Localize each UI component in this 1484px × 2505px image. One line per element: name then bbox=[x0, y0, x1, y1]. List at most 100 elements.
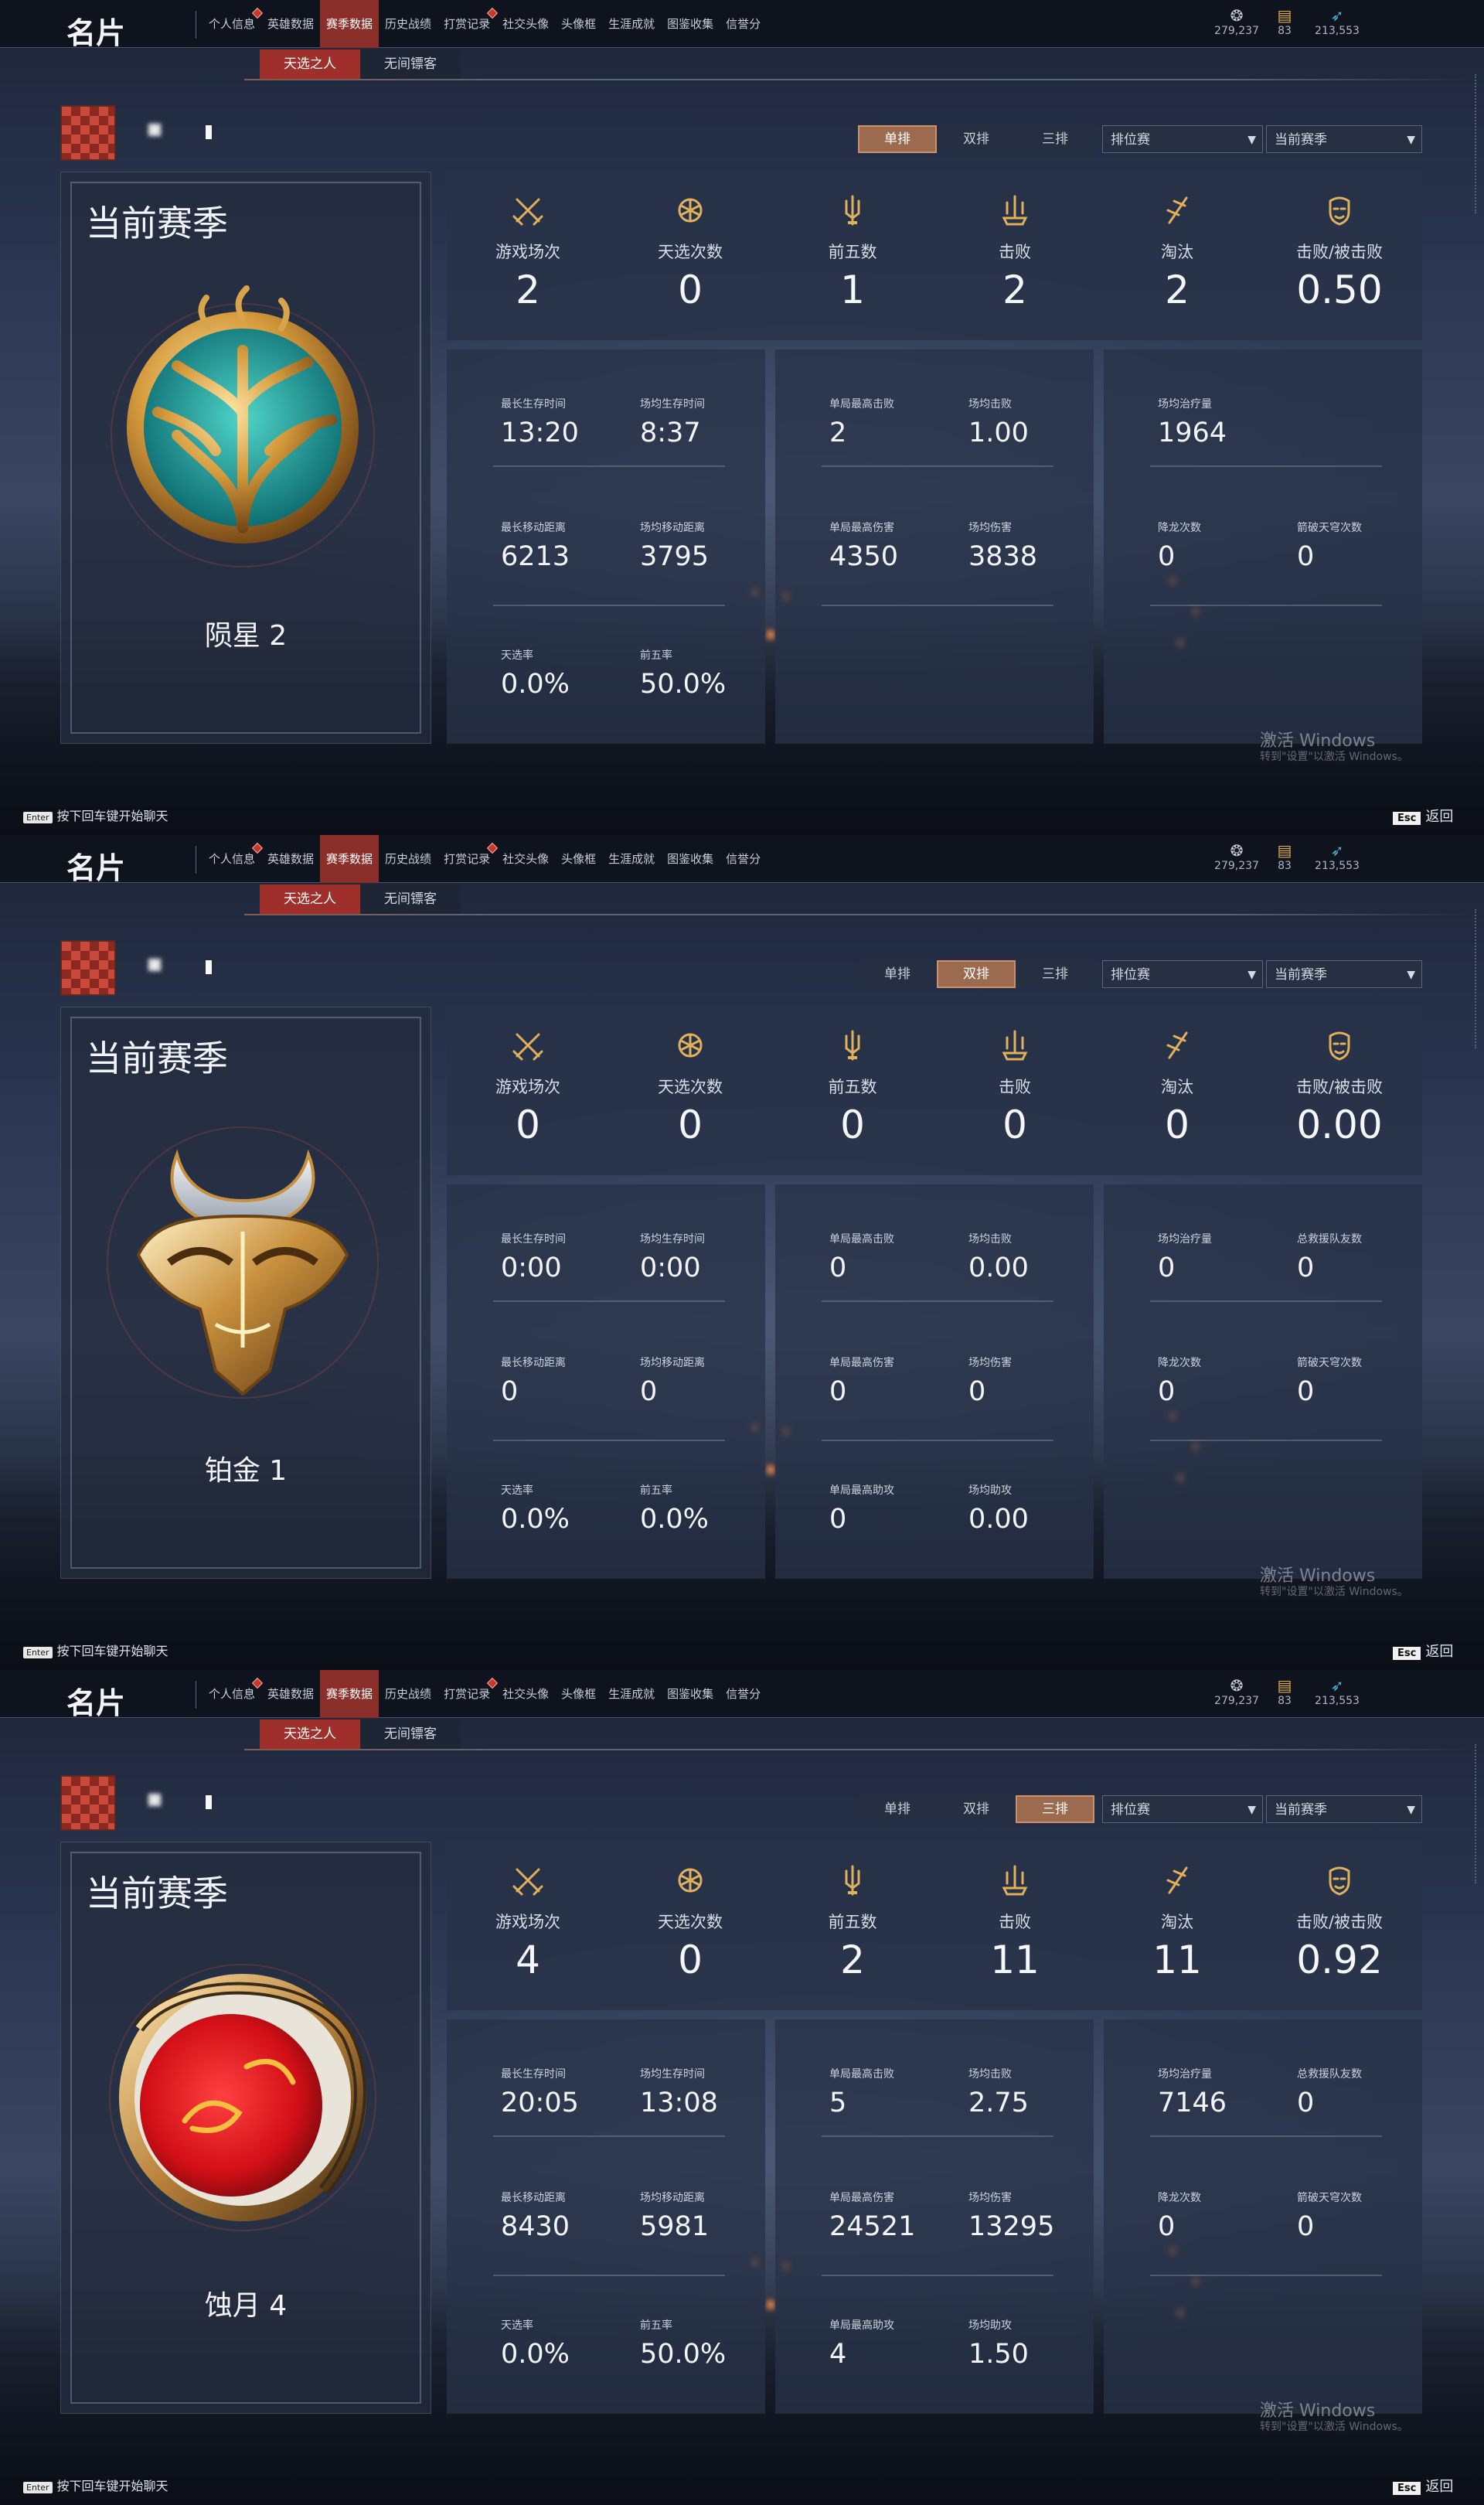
mode-button[interactable]: 三排 bbox=[1016, 125, 1094, 153]
stat-value: 0 bbox=[1297, 2211, 1315, 2242]
back-label: 返回 bbox=[1425, 1644, 1454, 1660]
summary-stats: 游戏场次 2 天选次数 0 前五数 1 击败 2 淘汰 2 击败/被击败 0.50 bbox=[447, 172, 1422, 340]
nav-tab[interactable]: 英雄数据 bbox=[261, 0, 320, 48]
rank-name: 蚀月 4 bbox=[204, 2290, 288, 2322]
stat-label: 场均生存时间 bbox=[640, 1233, 705, 1246]
nav-tab-label: 个人信息 bbox=[209, 852, 256, 866]
mode-button[interactable]: 双排 bbox=[937, 1795, 1016, 1823]
nav-tab[interactable]: 信誉分 bbox=[720, 835, 767, 883]
scrollbar[interactable] bbox=[1475, 1744, 1479, 1883]
game-mode-subtabs: 天选之人 无间镖客 bbox=[260, 884, 461, 914]
nav-tab-label: 赛季数据 bbox=[326, 17, 373, 31]
stat-cell: 场均移动距离 0 bbox=[640, 1355, 779, 1407]
mode-button[interactable]: 单排 bbox=[858, 125, 937, 153]
mode-button[interactable]: 三排 bbox=[1016, 1795, 1094, 1823]
back-button[interactable]: Esc 返回 bbox=[1393, 1641, 1453, 1661]
subtab[interactable]: 无间镖客 bbox=[360, 884, 461, 914]
nav-tab[interactable]: 图鉴收集 bbox=[661, 0, 720, 48]
summary-stat: 天选次数 0 bbox=[609, 172, 771, 340]
nav-tab[interactable]: 图鉴收集 bbox=[661, 1670, 720, 1718]
mode-button[interactable]: 单排 bbox=[858, 1795, 937, 1823]
subtab[interactable]: 天选之人 bbox=[260, 49, 360, 79]
stat-value: 0 bbox=[501, 1376, 519, 1407]
stat-label: 场均助攻 bbox=[968, 1484, 1012, 1497]
stat-label: 单局最高击败 bbox=[829, 398, 894, 411]
avatar[interactable] bbox=[60, 940, 116, 996]
broken-sword-icon bbox=[1096, 1028, 1258, 1062]
stat-value: 0:00 bbox=[640, 1252, 701, 1283]
nav-tabs: 个人信息 英雄数据 赛季数据 历史战绩 打赏记录 社交头像 头像框 生涯成就 图鉴收集 信誉分 bbox=[203, 1670, 767, 1718]
summary-stat: 前五数 2 bbox=[771, 1842, 934, 2010]
nav-tab[interactable]: 个人信息 bbox=[203, 1670, 264, 1718]
stat-cell: 场均治疗量 1964 bbox=[1158, 396, 1297, 448]
nav-tab[interactable]: 头像框 bbox=[555, 0, 602, 48]
enter-key-icon: Enter bbox=[23, 2482, 53, 2493]
nav-tab[interactable]: 赛季数据 bbox=[320, 0, 380, 48]
nav-tab[interactable]: 个人信息 bbox=[203, 0, 264, 48]
player-name-redacted bbox=[148, 959, 161, 971]
subtab-underline bbox=[244, 1749, 1473, 1750]
scrollbar[interactable] bbox=[1475, 909, 1479, 1048]
nav-tab[interactable]: 生涯成就 bbox=[602, 0, 661, 48]
avatar[interactable] bbox=[60, 105, 116, 161]
nav-tab[interactable]: 头像框 bbox=[555, 835, 602, 883]
nav-tab[interactable]: 历史战绩 bbox=[379, 0, 437, 48]
profile-panel: 名片 个人信息 英雄数据 赛季数据 历史战绩 打赏记录 社交头像 头像框 生涯成就 图鉴收集 信誉分… bbox=[0, 1670, 1484, 2505]
nav-tab[interactable]: 个人信息 bbox=[203, 835, 264, 883]
mode-button[interactable]: 双排 bbox=[937, 960, 1016, 988]
stat-value: 8430 bbox=[501, 2211, 570, 2242]
stat-label: 场均伤害 bbox=[968, 1357, 1012, 1369]
nav-tab[interactable]: 打赏记录 bbox=[437, 835, 499, 883]
nav-tab[interactable]: 英雄数据 bbox=[261, 1670, 320, 1718]
nav-tab[interactable]: 社交头像 bbox=[496, 835, 555, 883]
scrollbar[interactable] bbox=[1475, 74, 1479, 213]
nav-tab[interactable]: 赛季数据 bbox=[320, 1670, 380, 1718]
stat-value: 0 bbox=[1297, 1376, 1315, 1407]
chevron-down-icon: ▼ bbox=[1407, 134, 1415, 146]
stat-cell: 场均伤害 3838 bbox=[968, 520, 1108, 572]
subtab[interactable]: 天选之人 bbox=[260, 1719, 360, 1749]
player-name-redacted bbox=[148, 1794, 161, 1806]
season-dropdown[interactable]: 当前赛季 ▼ bbox=[1266, 125, 1422, 153]
rank-type-value: 排位赛 bbox=[1111, 967, 1150, 983]
nav-tab[interactable]: 打赏记录 bbox=[437, 1670, 499, 1718]
mode-button[interactable]: 单排 bbox=[858, 960, 937, 988]
activation-watermark-hint: 转到"设置"以激活 Windows。 bbox=[1260, 1586, 1408, 1598]
subtab[interactable]: 无间镖客 bbox=[360, 1719, 461, 1749]
nav-tab[interactable]: 信誉分 bbox=[720, 1670, 767, 1718]
summary-stat: 天选次数 0 bbox=[609, 1007, 771, 1175]
rank-type-dropdown[interactable]: 排位赛 ▼ bbox=[1102, 960, 1263, 988]
nav-tab-label: 生涯成就 bbox=[608, 17, 655, 31]
rank-type-dropdown[interactable]: 排位赛 ▼ bbox=[1102, 1795, 1263, 1823]
rank-type-dropdown[interactable]: 排位赛 ▼ bbox=[1102, 125, 1263, 153]
back-button[interactable]: Esc 返回 bbox=[1393, 806, 1453, 826]
nav-tab[interactable]: 历史战绩 bbox=[379, 1670, 437, 1718]
season-dropdown[interactable]: 当前赛季 ▼ bbox=[1266, 960, 1422, 988]
summary-stat-label: 击败 bbox=[999, 1078, 1031, 1096]
stat-cell: 降龙次数 0 bbox=[1158, 2190, 1297, 2242]
nav-tab[interactable]: 社交头像 bbox=[496, 1670, 555, 1718]
nav-tab[interactable]: 图鉴收集 bbox=[661, 835, 720, 883]
nav-tab[interactable]: 信誉分 bbox=[720, 0, 767, 48]
mode-button[interactable]: 三排 bbox=[1016, 960, 1094, 988]
avatar[interactable] bbox=[60, 1775, 116, 1831]
stat-value: 0 bbox=[1158, 1252, 1176, 1283]
nav-tab[interactable]: 头像框 bbox=[555, 1670, 602, 1718]
nav-tab[interactable]: 打赏记录 bbox=[437, 0, 499, 48]
summary-stat-value: 0 bbox=[678, 1938, 703, 1982]
season-dropdown[interactable]: 当前赛季 ▼ bbox=[1266, 1795, 1422, 1823]
nav-tab[interactable]: 英雄数据 bbox=[261, 835, 320, 883]
stat-label: 场均移动距离 bbox=[640, 1357, 705, 1369]
nav-tab[interactable]: 生涯成就 bbox=[602, 835, 661, 883]
nav-tab[interactable]: 历史战绩 bbox=[379, 835, 437, 883]
lotus-icon bbox=[609, 1863, 771, 1897]
subtab[interactable]: 无间镖客 bbox=[360, 49, 461, 79]
mode-button[interactable]: 双排 bbox=[937, 125, 1016, 153]
nav-tab[interactable]: 生涯成就 bbox=[602, 1670, 661, 1718]
chat-hint-text: 按下回车键开始聊天 bbox=[56, 1644, 168, 1658]
nav-tab[interactable]: 赛季数据 bbox=[320, 835, 380, 883]
subtab[interactable]: 天选之人 bbox=[260, 884, 360, 914]
stat-cell: 最长生存时间 0:00 bbox=[501, 1231, 640, 1283]
nav-tab[interactable]: 社交头像 bbox=[496, 0, 555, 48]
back-button[interactable]: Esc 返回 bbox=[1393, 2476, 1453, 2496]
